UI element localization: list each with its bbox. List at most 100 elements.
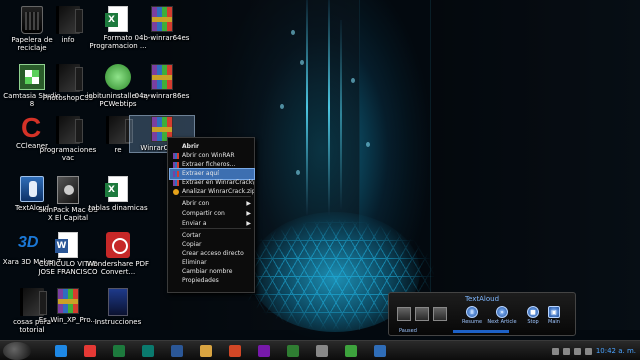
chevron-right-icon: ▶ — [246, 200, 251, 207]
menu-item-abrir-con[interactable]: Abrir con ▶ — [170, 199, 254, 209]
system-tray: 10:42 a. m. — [551, 343, 636, 359]
menu-item-label: Abrir con WinRAR — [182, 152, 235, 159]
folder-icon — [56, 64, 83, 92]
wallpaper-droplet — [300, 60, 304, 65]
folder-icon — [106, 116, 133, 144]
next-article-label: Next Article — [487, 319, 517, 325]
menu-item-label: Cortar — [182, 232, 201, 239]
tray-icon[interactable] — [551, 347, 559, 355]
next-article-button[interactable]: » Next Article — [487, 306, 517, 326]
menu-item-label: Extraer ficheros... — [182, 161, 236, 168]
desktop-icon-label: 04b-winrar64es — [134, 34, 190, 42]
menu-item-label: Eliminar — [182, 259, 207, 266]
main-button[interactable]: ▣ Main — [543, 306, 565, 326]
desktop-icon-wondershare[interactable]: Wondershare PDF Convert... — [86, 232, 150, 276]
taskbar-publisher-button[interactable] — [139, 343, 157, 359]
textaloud-thumbnail — [415, 307, 429, 321]
chevron-right-icon: ▶ — [246, 220, 251, 227]
wallpaper-glow-line — [328, 0, 330, 215]
wallpaper-droplet — [296, 170, 300, 175]
taskbar-excel-button[interactable] — [110, 343, 128, 359]
wallpaper-droplet — [291, 30, 295, 35]
skin-icon — [57, 176, 79, 204]
taskbar-onenote-button[interactable] — [255, 343, 273, 359]
excel-icon — [105, 176, 128, 202]
project-icon — [287, 345, 299, 357]
desktop-icon-tablas[interactable]: tablas dinamicas — [86, 176, 150, 212]
main-window-icon: ▣ — [548, 306, 560, 318]
winrar-icon — [173, 162, 179, 168]
wallpaper-droplet — [366, 142, 370, 147]
menu-item-label: Extraer en WinrarCrack\ — [182, 179, 254, 186]
menu-item-enviar-a[interactable]: Enviar a ▶ — [170, 219, 254, 229]
menu-item-label: Enviar a — [182, 220, 207, 227]
taskbar-folder-button[interactable] — [197, 343, 215, 359]
desktop-icon-label: Instrucciones — [94, 318, 142, 326]
tray-icon[interactable] — [562, 347, 570, 355]
desktop-icon-label: 04a-winrar86es — [134, 92, 190, 100]
explorer-icon — [316, 345, 328, 357]
resume-label: Resume — [461, 319, 483, 325]
textaloud-title: TextAloud — [464, 295, 500, 303]
menu-item-propiedades[interactable]: Propiedades — [170, 276, 254, 286]
clock[interactable]: 10:42 a. m. — [596, 347, 636, 355]
chevron-right-icon: ▶ — [246, 210, 251, 217]
folder-icon — [56, 116, 83, 144]
ie-icon — [55, 345, 67, 357]
menu-item-label: Extraer aquí — [182, 170, 219, 177]
taskbar-chrome-button[interactable] — [81, 343, 99, 359]
volume-icon[interactable] — [573, 347, 581, 355]
menu-item-label: Crear acceso directo — [182, 250, 244, 257]
textaloud-icon — [374, 345, 386, 357]
desktop-icon-instrucciones[interactable]: Instrucciones — [86, 288, 150, 326]
desktop-icon-label: tablas dinamicas — [88, 204, 148, 212]
rar-icon — [151, 64, 173, 90]
menu-item-label: Propiedades — [182, 277, 219, 284]
taskbar-project-button[interactable] — [284, 343, 302, 359]
menu-item-analizar-winrarcrack-zip[interactable]: Analizar WinrarCrack.zip — [170, 187, 254, 197]
taskbar-explorer-button[interactable] — [313, 343, 331, 359]
winrar-icon — [173, 171, 179, 177]
menu-item-label: Copiar — [182, 241, 202, 248]
wallpaper-droplet — [351, 78, 355, 83]
taskbar: 10:42 a. m. — [0, 340, 640, 360]
taskbar-powerpoint-button[interactable] — [226, 343, 244, 359]
powerpoint-icon — [229, 345, 241, 357]
onenote-icon — [258, 345, 270, 357]
stop-button[interactable]: ■ Stop — [522, 306, 544, 326]
wallpaper-glow-line — [340, 20, 342, 210]
menu-item-label: Abrir con — [182, 200, 210, 207]
word-icon — [171, 345, 183, 357]
rar-icon — [151, 6, 173, 32]
network-icon[interactable] — [584, 347, 592, 355]
wallpaper-glow-line — [306, 0, 308, 215]
winrar-icon — [173, 180, 179, 186]
resume-button[interactable]: II Resume — [461, 306, 483, 326]
stop-icon: ■ — [527, 306, 539, 318]
context-menu: Abrir Abrir con WinRAR Extraer ficheros...… — [167, 137, 255, 293]
excel-icon — [105, 6, 128, 32]
excel-icon — [113, 345, 125, 357]
textaloud-status: Paused — [399, 328, 417, 334]
desktop-icon-04a-winrar86[interactable]: 04a-winrar86es — [130, 64, 194, 100]
taskbar-textaloud-button[interactable] — [371, 343, 389, 359]
textaloud-thumbnail — [433, 307, 447, 321]
taskbar-camtasia-button[interactable] — [342, 343, 360, 359]
taskbar-ie-button[interactable] — [52, 343, 70, 359]
textaloud-progress-bar — [453, 330, 509, 333]
menu-item-compartir-con[interactable]: Compartir con ▶ — [170, 209, 254, 219]
stop-label: Stop — [527, 319, 539, 325]
taskbar-word-button[interactable] — [168, 343, 186, 359]
wallpaper-droplet — [280, 104, 284, 109]
wallpaper-panel-right — [430, 0, 640, 330]
next-icon: » — [496, 306, 508, 318]
desktop-icon-04b-winrar64[interactable]: 04b-winrar64es — [130, 6, 194, 42]
scan-icon — [173, 189, 179, 195]
camtasia-icon — [345, 345, 357, 357]
pause-icon: II — [466, 306, 478, 318]
dark-icon — [108, 288, 128, 316]
menu-item-label: Abrir — [182, 143, 199, 150]
folder-icon — [200, 345, 212, 357]
start-button[interactable] — [3, 342, 31, 360]
pdf-icon — [106, 232, 130, 258]
